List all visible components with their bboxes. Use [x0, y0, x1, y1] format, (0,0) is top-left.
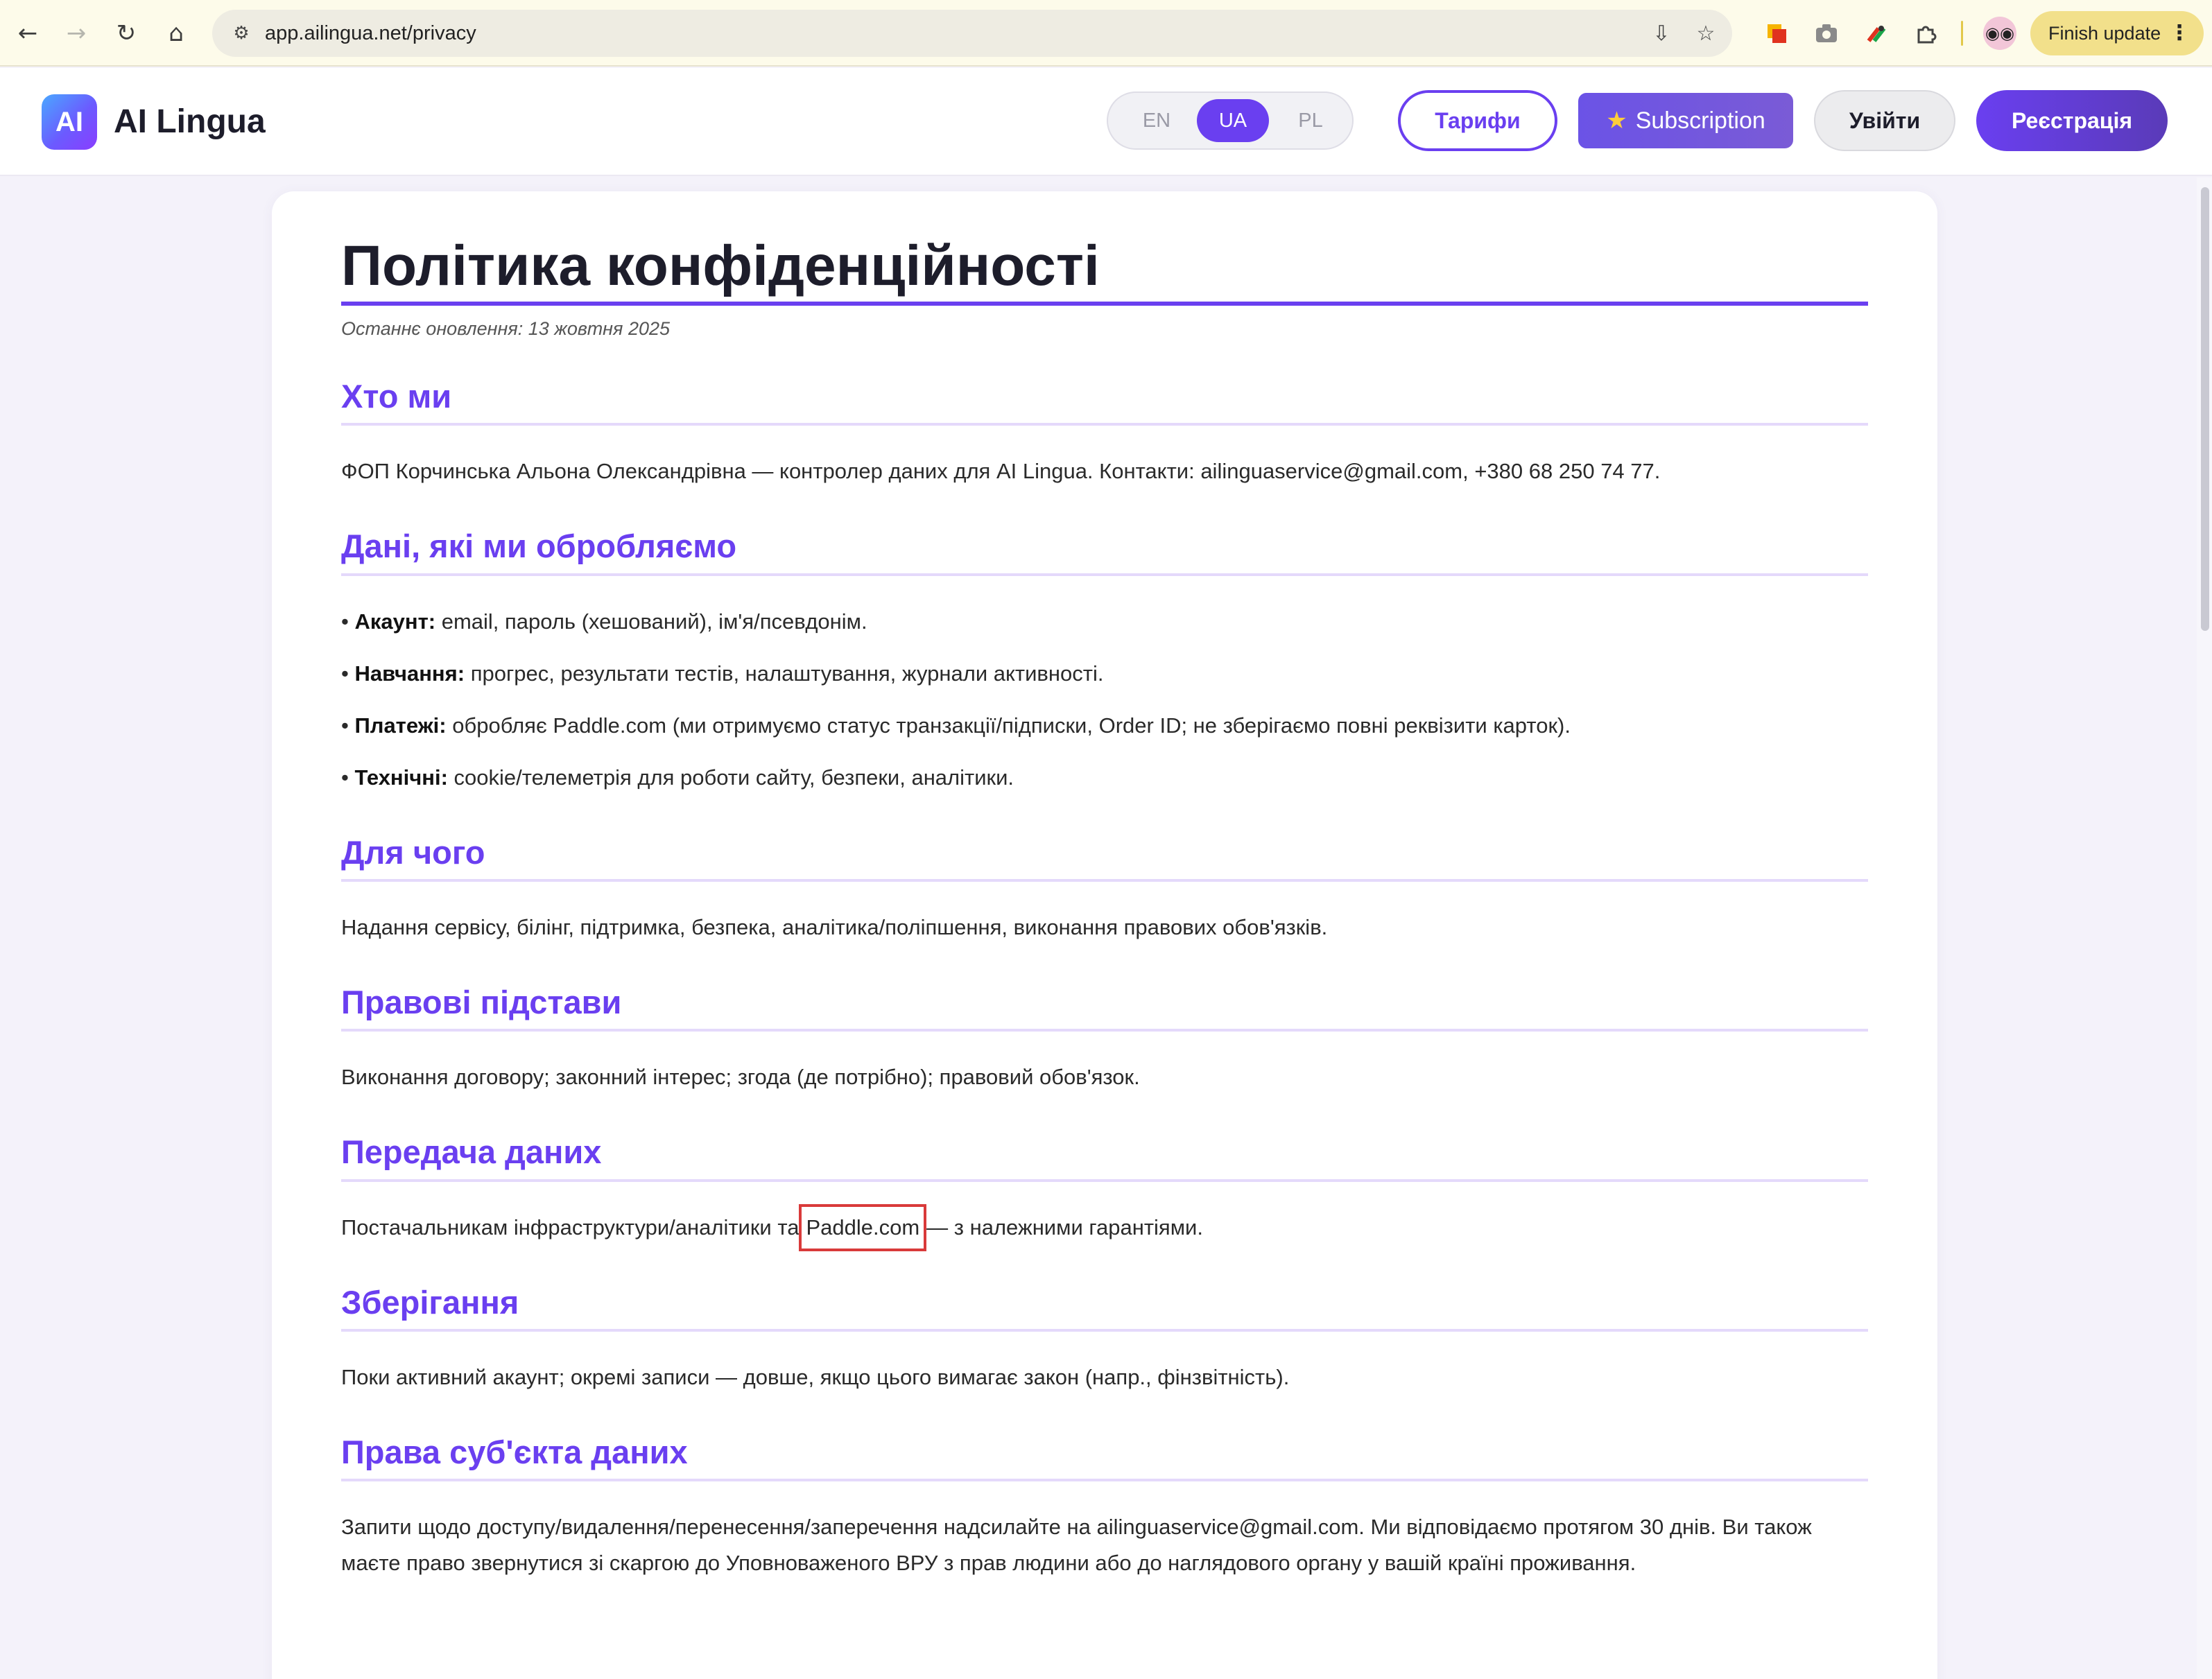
toolbar-divider — [1961, 21, 1963, 46]
section-legal: Правові підстави Виконання договору; зак… — [341, 983, 1868, 1095]
finish-update-label: Finish update — [2048, 22, 2161, 44]
extension-pages-icon[interactable] — [1760, 17, 1793, 50]
color-picker-icon[interactable] — [1860, 17, 1893, 50]
url-text[interactable]: app.ailingua.net/privacy — [265, 22, 476, 45]
transfer-text-after: — з належними гарантіями. — [926, 1215, 1203, 1239]
list-item-text: email, пароль (хешований), ім'я/псевдоні… — [435, 609, 867, 634]
section-text: Надання сервісу, білінг, підтримка, безп… — [341, 914, 1328, 939]
extensions-puzzle-icon[interactable] — [1910, 17, 1943, 50]
section-text: ФОП Корчинська Альона Олександрівна — ко… — [341, 459, 1661, 484]
highlighted-paddle-text: Paddle.com — [799, 1203, 927, 1251]
transfer-text-before: Постачальникам інфраструктури/аналітики … — [341, 1215, 800, 1239]
section-heading: Зберігання — [341, 1283, 1868, 1332]
language-switcher: EN UA PL — [1107, 92, 1354, 150]
install-app-icon[interactable]: ⇩ — [1646, 18, 1677, 49]
lang-ua-button[interactable]: UA — [1197, 99, 1269, 142]
section-who: Хто ми ФОП Корчинська Альона Олександрів… — [341, 377, 1868, 489]
list-item-text: прогрес, результати тестів, налаштування… — [465, 661, 1104, 686]
logo-icon[interactable]: AI — [42, 94, 97, 150]
list-item-label: Технічні: — [354, 765, 448, 790]
lang-pl-button[interactable]: PL — [1277, 99, 1344, 142]
home-icon[interactable]: ⌂ — [158, 15, 194, 51]
section-rights: Права суб'єкта даних Запити щодо доступу… — [341, 1433, 1868, 1581]
page-title: Політика конфіденційності — [341, 233, 1868, 306]
list-item: • Навчання: прогрес, результати тестів, … — [341, 661, 1104, 686]
section-purpose: Для чого Надання сервісу, білінг, підтри… — [341, 833, 1868, 946]
section-text: Постачальникам інфраструктури/аналітики … — [341, 1203, 1868, 1251]
list-item: • Платежі: обробляє Paddle.com (ми отрим… — [341, 713, 1571, 738]
address-bar[interactable]: ⚙ app.ailingua.net/privacy ⇩ ☆ — [212, 10, 1732, 57]
section-storage: Зберігання Поки активний акаунт; окремі … — [341, 1283, 1868, 1395]
policy-card: Політика конфіденційності Останнє оновле… — [272, 191, 1937, 1679]
reload-icon[interactable]: ↻ — [108, 15, 144, 51]
finish-update-button[interactable]: Finish update ⋮ — [2030, 11, 2204, 55]
subscription-button[interactable]: ★ Subscription — [1578, 93, 1793, 148]
section-heading: Хто ми — [341, 377, 1868, 426]
section-heading: Права суб'єкта даних — [341, 1433, 1868, 1482]
logo-text[interactable]: AI Lingua — [114, 103, 266, 141]
list-item: • Технічні: cookie/телеметрія для роботи… — [341, 765, 1014, 790]
list-item-label: Навчання: — [354, 661, 465, 686]
policy-content: Політика конфіденційності Останнє оновле… — [341, 233, 1868, 1581]
browser-toolbar: ← → ↻ ⌂ ⚙ app.ailingua.net/privacy ⇩ ☆ ◉… — [0, 0, 2212, 67]
profile-avatar-icon[interactable]: ◉◉ — [1983, 17, 2016, 50]
list-item-label: Акаунт: — [354, 609, 436, 634]
site-settings-icon[interactable]: ⚙ — [226, 18, 257, 49]
camera-icon[interactable] — [1810, 17, 1843, 50]
scrollbar-thumb[interactable] — [2201, 187, 2209, 631]
section-data: Дані, які ми обробляємо • Акаунт: email,… — [341, 527, 1868, 795]
list-item-text: cookie/телеметрія для роботи сайту, безп… — [447, 765, 1014, 790]
list-item-text: обробляє Paddle.com (ми отримуємо статус… — [446, 713, 1571, 738]
last-updated: Останнє оновлення: 13 жовтня 2025 — [341, 317, 671, 339]
section-text: Виконання договору; законний інтерес; зг… — [341, 1065, 1140, 1090]
section-text: Запити щодо доступу/видалення/перенесенн… — [341, 1515, 1812, 1576]
section-heading: Дані, які ми обробляємо — [341, 527, 1868, 576]
star-icon[interactable]: ☆ — [1691, 18, 1721, 49]
register-button[interactable]: Реєстрація — [1976, 90, 2168, 151]
list-item-label: Платежі: — [354, 713, 447, 738]
lang-en-button[interactable]: EN — [1123, 99, 1190, 142]
site-header: AI AI Lingua EN UA PL Тарифи ★ Subscript… — [0, 68, 2212, 176]
section-heading: Правові підстави — [341, 983, 1868, 1032]
list-item: • Акаунт: email, пароль (хешований), ім'… — [341, 609, 867, 634]
section-heading: Передача даних — [341, 1133, 1868, 1182]
tariffs-button[interactable]: Тарифи — [1398, 90, 1557, 151]
section-transfer: Передача даних Постачальникам інфраструк… — [341, 1133, 1868, 1251]
forward-arrow-icon[interactable]: → — [58, 15, 94, 51]
star-icon: ★ — [1606, 107, 1627, 134]
kebab-menu-icon[interactable]: ⋮ — [2169, 21, 2190, 45]
back-arrow-icon[interactable]: ← — [10, 15, 46, 51]
section-heading: Для чого — [341, 833, 1868, 882]
section-text: Поки активний акаунт; окремі записи — до… — [341, 1365, 1290, 1390]
login-button[interactable]: Увійти — [1814, 90, 1955, 151]
subscription-label: Subscription — [1635, 107, 1765, 134]
